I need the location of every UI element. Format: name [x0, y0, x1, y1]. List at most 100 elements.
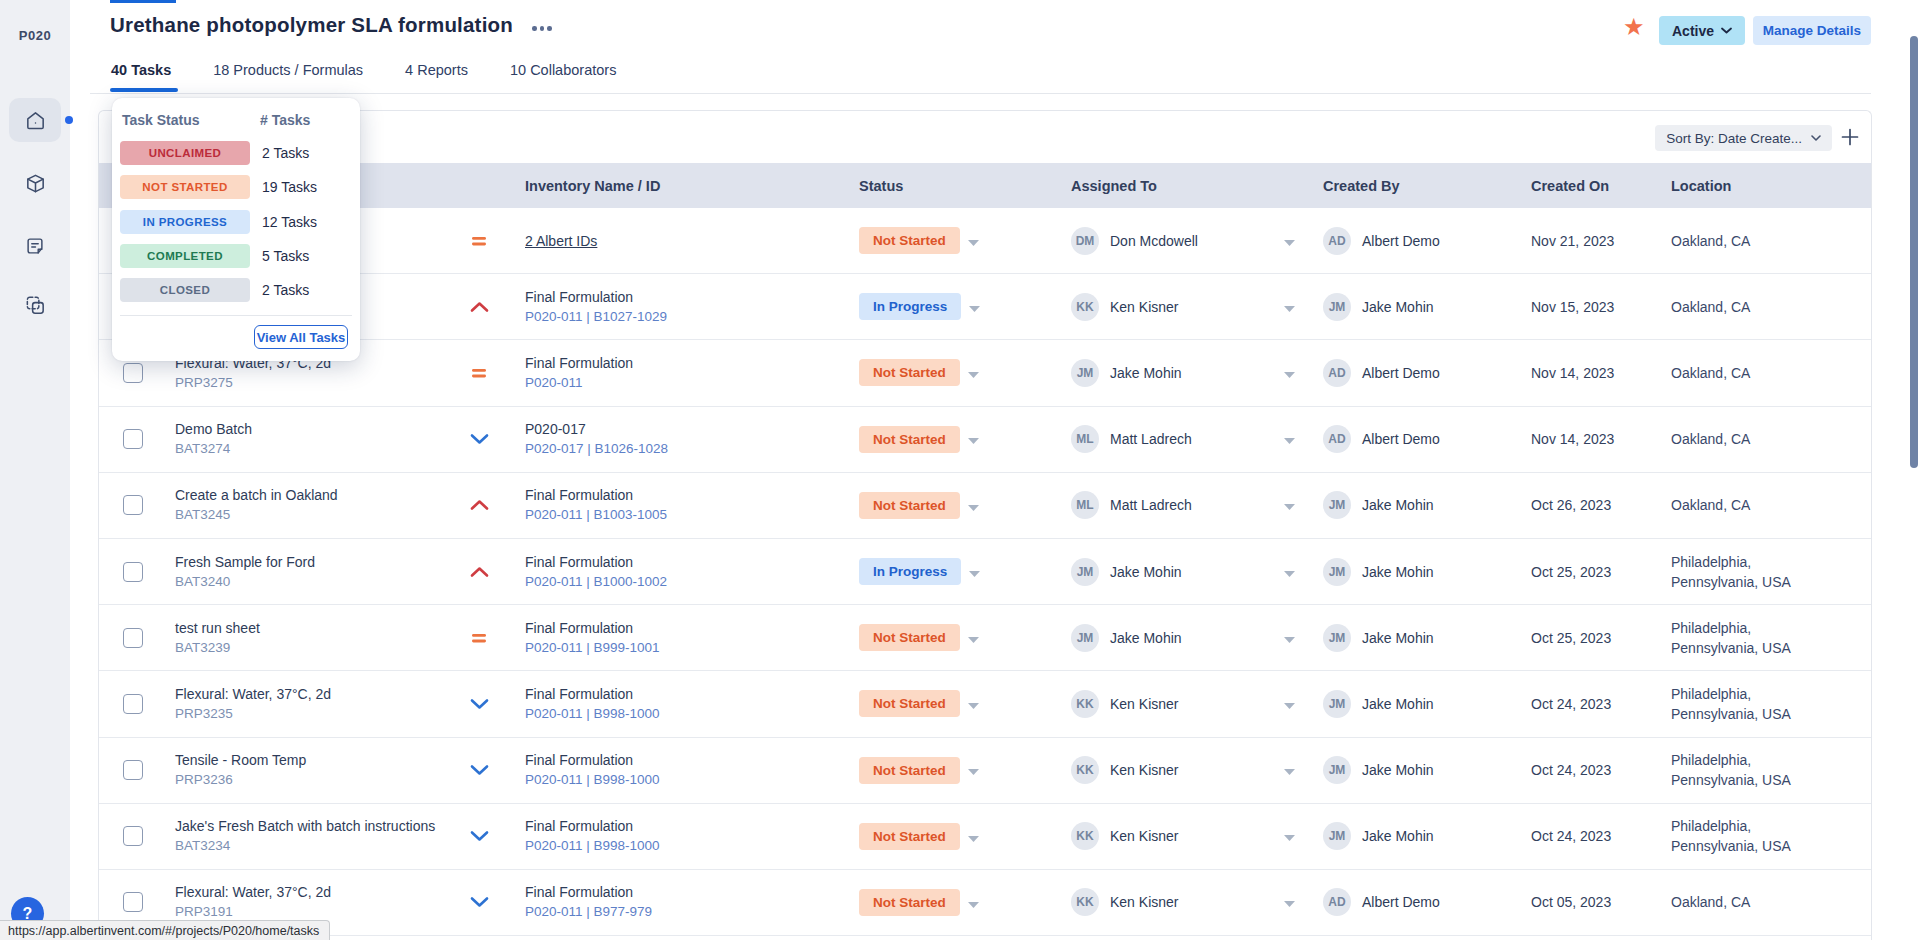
- status-caret[interactable]: [968, 761, 979, 779]
- assignee-caret[interactable]: [1284, 629, 1295, 647]
- row-checkbox[interactable]: [123, 628, 143, 648]
- assignee-avatar: JM: [1071, 558, 1099, 586]
- tab-18-products-formulas[interactable]: 18 Products / Formulas: [213, 62, 363, 78]
- status-caret[interactable]: [968, 232, 979, 250]
- task-name[interactable]: test run sheet: [175, 618, 454, 638]
- inventory-name: Final Formulation: [525, 684, 849, 704]
- manage-details-button[interactable]: Manage Details: [1753, 16, 1871, 45]
- status-caret[interactable]: [968, 497, 979, 515]
- col-header-status[interactable]: Status: [849, 178, 1059, 194]
- vertical-scrollbar[interactable]: [1910, 36, 1918, 468]
- assignee-caret[interactable]: [1284, 496, 1295, 514]
- task-name[interactable]: Fresh Sample for Ford: [175, 552, 454, 572]
- status-caret[interactable]: [968, 894, 979, 912]
- status-caret[interactable]: [968, 828, 979, 846]
- status-caret[interactable]: [968, 695, 979, 713]
- inventory-id[interactable]: P020-011 | B999-1001: [525, 638, 849, 658]
- assignee-caret[interactable]: [1284, 364, 1295, 382]
- assignee-caret[interactable]: [1284, 827, 1295, 845]
- inventory-id[interactable]: P020-011 | B1003-1005: [525, 505, 849, 525]
- status-badge-not-started: NOT STARTED: [120, 175, 250, 199]
- inventory-link[interactable]: 2 Albert IDs: [525, 233, 597, 249]
- inventory-id[interactable]: P020-011: [525, 373, 849, 393]
- add-task-button[interactable]: [1840, 127, 1860, 147]
- caret-down-icon: [968, 240, 979, 246]
- row-checkbox[interactable]: [123, 892, 143, 912]
- inventory-id[interactable]: P020-011 | B1027-1029: [525, 307, 849, 327]
- task-name[interactable]: Tensile - Room Temp: [175, 750, 454, 770]
- row-checkbox[interactable]: [123, 562, 143, 582]
- sidebar-item-templates[interactable]: [9, 283, 61, 327]
- inventory-id[interactable]: P020-017 | B1026-1028: [525, 439, 849, 459]
- sidebar-item-inventory[interactable]: [9, 161, 61, 205]
- status-badge[interactable]: In Progress: [859, 293, 961, 320]
- task-name[interactable]: Flexural: Water, 37°C, 2d: [175, 684, 454, 704]
- status-badge[interactable]: Not Started: [859, 492, 960, 519]
- task-name[interactable]: Demo Batch: [175, 419, 454, 439]
- inventory-id[interactable]: P020-011 | B998-1000: [525, 770, 849, 790]
- assignee-caret[interactable]: [1284, 563, 1295, 581]
- assignee-caret[interactable]: [1284, 298, 1295, 316]
- inventory-name: Final Formulation: [525, 552, 849, 572]
- row-checkbox[interactable]: [123, 495, 143, 515]
- row-checkbox[interactable]: [123, 760, 143, 780]
- task-id: PRP3236: [175, 770, 454, 790]
- status-badge[interactable]: Not Started: [859, 889, 960, 916]
- sidebar-item-home[interactable]: [9, 98, 61, 142]
- location-cell: Philadelphia,Pennsylvania, USA: [1659, 684, 1871, 724]
- col-header-assigned[interactable]: Assigned To: [1059, 178, 1311, 194]
- star-icon[interactable]: ★: [1623, 13, 1645, 41]
- col-header-created-on[interactable]: Created On: [1519, 178, 1659, 194]
- status-caret[interactable]: [969, 563, 980, 581]
- task-name[interactable]: Create a batch in Oakland: [175, 485, 454, 505]
- table-row: Flexural: Water, 37°C, 2dPRP3235Final Fo…: [99, 671, 1871, 737]
- inventory-id[interactable]: P020-011 | B977-979: [525, 902, 849, 922]
- location-cell: Oakland, CA: [1659, 363, 1871, 383]
- caret-down-icon: [968, 836, 979, 842]
- inventory-id[interactable]: P020-011 | B998-1000: [525, 836, 849, 856]
- project-status-dropdown[interactable]: Active: [1659, 16, 1745, 45]
- created-on-date: Oct 05, 2023: [1519, 894, 1659, 910]
- row-checkbox[interactable]: [123, 363, 143, 383]
- task-name[interactable]: Jake's Fresh Batch with batch instructio…: [175, 816, 454, 836]
- more-options-button[interactable]: [532, 26, 552, 31]
- assignee-caret[interactable]: [1284, 761, 1295, 779]
- assignee-caret[interactable]: [1284, 232, 1295, 250]
- assignee-caret[interactable]: [1284, 430, 1295, 448]
- inventory-id[interactable]: P020-011 | B1000-1002: [525, 572, 849, 592]
- status-caret[interactable]: [968, 629, 979, 647]
- assignee-caret[interactable]: [1284, 695, 1295, 713]
- col-header-location[interactable]: Location: [1659, 178, 1871, 194]
- status-badge[interactable]: Not Started: [859, 624, 960, 651]
- tab-10-collaborators[interactable]: 10 Collaborators: [510, 62, 616, 78]
- creator-name: Jake Mohin: [1362, 299, 1434, 315]
- tab-40-tasks[interactable]: 40 Tasks: [111, 62, 171, 78]
- creator-avatar: JM: [1323, 491, 1351, 519]
- assignee-caret[interactable]: [1284, 893, 1295, 911]
- assignee-name: Ken Kisner: [1110, 696, 1178, 712]
- row-checkbox[interactable]: [123, 429, 143, 449]
- status-badge[interactable]: Not Started: [859, 359, 960, 386]
- view-all-tasks-button[interactable]: View All Tasks: [254, 325, 348, 349]
- inventory-name: Final Formulation: [525, 353, 849, 373]
- row-checkbox[interactable]: [123, 694, 143, 714]
- status-badge[interactable]: Not Started: [859, 227, 960, 254]
- row-checkbox[interactable]: [123, 826, 143, 846]
- sort-by-dropdown[interactable]: Sort By: Date Create...: [1655, 125, 1832, 151]
- status-badge[interactable]: Not Started: [859, 426, 960, 453]
- status-badge[interactable]: Not Started: [859, 690, 960, 717]
- status-badge[interactable]: Not Started: [859, 757, 960, 784]
- status-badge[interactable]: Not Started: [859, 823, 960, 850]
- col-header-created-by[interactable]: Created By: [1311, 178, 1519, 194]
- inventory-id[interactable]: P020-011 | B998-1000: [525, 704, 849, 724]
- creator-name: Jake Mohin: [1362, 497, 1434, 513]
- sidebar-item-notes[interactable]: [9, 224, 61, 268]
- task-name[interactable]: Flexural: Water, 37°C, 2d: [175, 882, 454, 902]
- status-caret[interactable]: [969, 298, 980, 316]
- status-badge[interactable]: In Progress: [859, 558, 961, 585]
- status-caret[interactable]: [968, 364, 979, 382]
- tab-4-reports[interactable]: 4 Reports: [405, 62, 468, 78]
- status-count: 5 Tasks: [262, 248, 309, 264]
- col-header-inventory[interactable]: Inventory Name / ID: [504, 178, 849, 194]
- status-caret[interactable]: [968, 430, 979, 448]
